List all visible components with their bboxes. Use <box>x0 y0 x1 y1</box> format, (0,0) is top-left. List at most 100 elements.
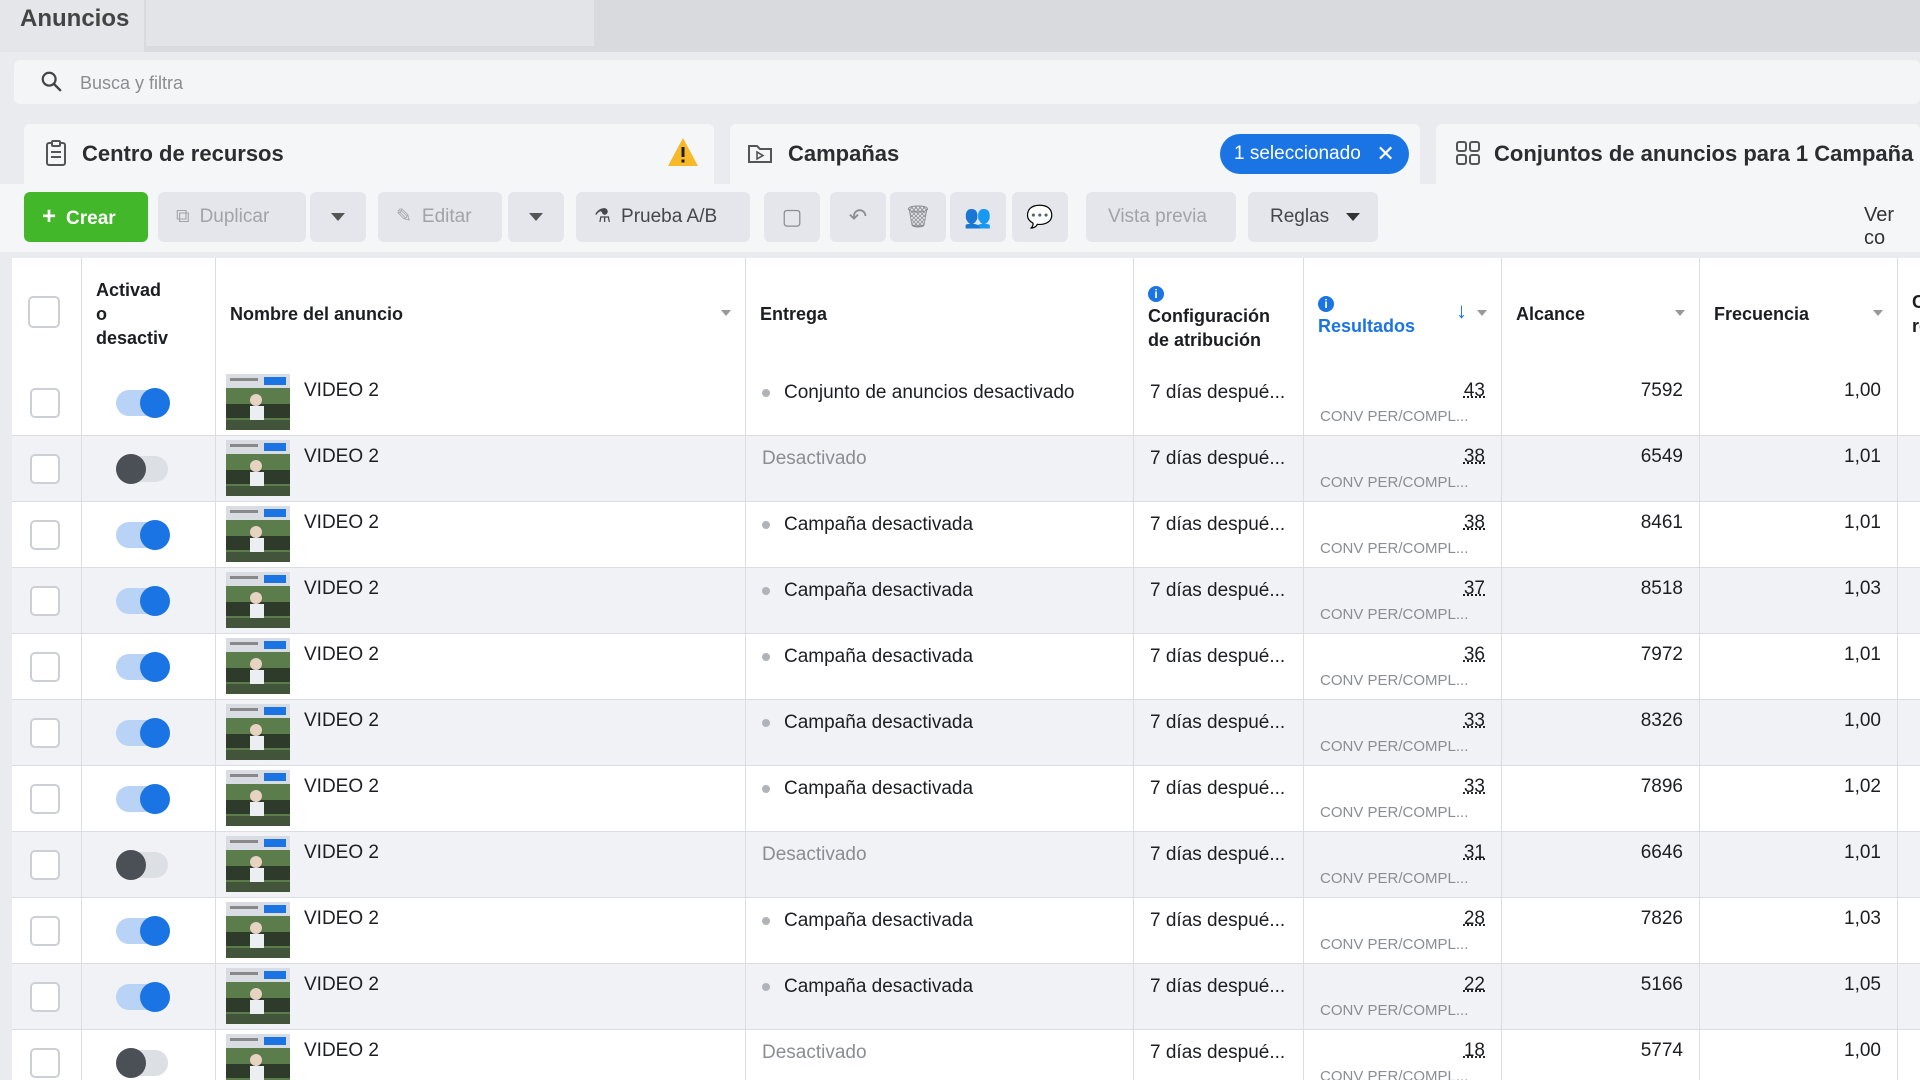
view-setup-link[interactable]: Ver co <box>1864 204 1920 250</box>
warning-icon[interactable] <box>666 136 700 168</box>
ad-thumbnail[interactable] <box>226 1034 290 1080</box>
table-row[interactable]: VIDEO 2 Campaña desactivada 7 días despu… <box>12 766 1920 832</box>
ad-toggle[interactable] <box>116 586 170 616</box>
header-attribution[interactable]: i Configuración de atribución <box>1134 258 1304 370</box>
ad-name[interactable]: VIDEO 2 <box>304 644 379 666</box>
ad-thumbnail[interactable] <box>226 902 290 958</box>
ad-thumbnail[interactable] <box>226 770 290 826</box>
ad-toggle[interactable] <box>116 784 170 814</box>
table-row[interactable]: VIDEO 2 Desactivado 7 días despué... 38 … <box>12 436 1920 502</box>
table-row[interactable]: VIDEO 2 Campaña desactivada 7 días despu… <box>12 964 1920 1030</box>
ad-name[interactable]: VIDEO 2 <box>304 710 379 732</box>
ad-name[interactable]: VIDEO 2 <box>304 446 379 468</box>
audience-button[interactable]: 👥 <box>950 192 1006 242</box>
results-value[interactable]: 22 <box>1464 974 1485 996</box>
header-toggle[interactable]: Activad o desactiv <box>82 258 216 370</box>
table-row[interactable]: VIDEO 2 Desactivado 7 días despué... 18 … <box>12 1030 1920 1080</box>
chevron-down-icon[interactable] <box>1873 310 1883 316</box>
row-checkbox[interactable] <box>30 520 60 550</box>
duplicate-button[interactable]: ⧉ Duplicar <box>158 192 306 242</box>
ad-toggle[interactable] <box>116 1048 168 1078</box>
duplicate-dropdown-button[interactable] <box>310 192 366 242</box>
ad-name[interactable]: VIDEO 2 <box>304 842 379 864</box>
info-icon[interactable]: i <box>1148 286 1164 302</box>
info-icon[interactable]: i <box>1318 296 1334 312</box>
ad-thumbnail[interactable] <box>226 968 290 1024</box>
results-value[interactable]: 38 <box>1464 512 1485 534</box>
results-value[interactable]: 28 <box>1464 908 1485 930</box>
delete-button[interactable]: 🗑 <box>890 192 946 242</box>
row-checkbox[interactable] <box>30 784 60 814</box>
results-value[interactable]: 33 <box>1464 710 1485 732</box>
edit-dropdown-button[interactable] <box>508 192 564 242</box>
table-row[interactable]: VIDEO 2 Campaña desactivada 7 días despu… <box>12 700 1920 766</box>
header-delivery[interactable]: Entrega <box>746 258 1134 370</box>
resource-center-panel[interactable]: Centro de recursos <box>24 124 714 184</box>
ad-toggle[interactable] <box>116 520 170 550</box>
ad-name[interactable]: VIDEO 2 <box>304 1040 379 1062</box>
table-row[interactable]: VIDEO 2 Campaña desactivada 7 días despu… <box>12 502 1920 568</box>
ad-toggle[interactable] <box>116 652 170 682</box>
ad-thumbnail[interactable] <box>226 704 290 760</box>
results-value[interactable]: 38 <box>1464 446 1485 468</box>
results-value[interactable]: 31 <box>1464 842 1485 864</box>
create-button[interactable]: + Crear <box>24 192 148 242</box>
results-value[interactable]: 36 <box>1464 644 1485 666</box>
search-input[interactable] <box>78 60 882 106</box>
search-bar[interactable] <box>14 60 1920 106</box>
row-checkbox[interactable] <box>30 718 60 748</box>
ad-name[interactable]: VIDEO 2 <box>304 512 379 534</box>
campaigns-panel[interactable]: Campañas 1 seleccionado ✕ <box>730 124 1420 184</box>
table-row[interactable]: VIDEO 2 Desactivado 7 días despué... 31 … <box>12 832 1920 898</box>
sort-arrow-icon[interactable]: ↓ <box>1456 298 1467 324</box>
results-value[interactable]: 33 <box>1464 776 1485 798</box>
header-frequency[interactable]: Frecuencia <box>1700 258 1898 370</box>
ad-thumbnail[interactable] <box>226 638 290 694</box>
table-row[interactable]: VIDEO 2 Conjunto de anuncios desactivado… <box>12 370 1920 436</box>
preview-button[interactable]: Vista previa <box>1086 192 1236 242</box>
ad-thumbnail[interactable] <box>226 440 290 496</box>
adsets-panel[interactable]: Conjuntos de anuncios para 1 Campaña <box>1436 124 1920 184</box>
ad-toggle[interactable] <box>116 850 168 880</box>
results-value[interactable]: 43 <box>1464 380 1485 402</box>
ad-name[interactable]: VIDEO 2 <box>304 908 379 930</box>
ad-thumbnail[interactable] <box>226 572 290 628</box>
ad-name[interactable]: VIDEO 2 <box>304 776 379 798</box>
table-row[interactable]: VIDEO 2 Campaña desactivada 7 días despu… <box>12 898 1920 964</box>
close-icon[interactable]: ✕ <box>1376 134 1394 174</box>
chevron-down-icon[interactable] <box>1675 310 1685 316</box>
row-checkbox[interactable] <box>30 652 60 682</box>
selected-badge[interactable]: 1 seleccionado ✕ <box>1220 134 1409 174</box>
ad-thumbnail[interactable] <box>226 836 290 892</box>
ad-name[interactable]: VIDEO 2 <box>304 974 379 996</box>
ad-toggle[interactable] <box>116 982 170 1012</box>
edit-button[interactable]: ✎ Editar <box>378 192 502 242</box>
row-checkbox[interactable] <box>30 388 60 418</box>
ad-toggle[interactable] <box>116 454 168 484</box>
row-checkbox[interactable] <box>30 1048 60 1078</box>
table-row[interactable]: VIDEO 2 Campaña desactivada 7 días despu… <box>12 568 1920 634</box>
ad-thumbnail[interactable] <box>226 506 290 562</box>
select-all-checkbox[interactable] <box>28 296 60 328</box>
ad-toggle[interactable] <box>116 916 170 946</box>
chevron-down-icon[interactable] <box>1477 310 1487 316</box>
row-checkbox[interactable] <box>30 454 60 484</box>
results-value[interactable]: 37 <box>1464 578 1485 600</box>
header-ad-name[interactable]: Nombre del anuncio <box>216 258 746 370</box>
tab-blank[interactable] <box>146 0 594 46</box>
ad-name[interactable]: VIDEO 2 <box>304 380 379 402</box>
archive-button[interactable]: ▢ <box>764 192 820 242</box>
tab-anuncios[interactable]: Anuncios <box>0 0 144 52</box>
comment-button[interactable]: 💬 <box>1012 192 1068 242</box>
header-results[interactable]: i Resultados ↓ <box>1304 258 1502 370</box>
row-checkbox[interactable] <box>30 586 60 616</box>
table-row[interactable]: VIDEO 2 Campaña desactivada 7 días despu… <box>12 634 1920 700</box>
row-checkbox[interactable] <box>30 916 60 946</box>
undo-button[interactable]: ↶ <box>830 192 886 242</box>
chevron-down-icon[interactable] <box>721 310 731 316</box>
ad-name[interactable]: VIDEO 2 <box>304 578 379 600</box>
row-checkbox[interactable] <box>30 850 60 880</box>
header-cost[interactable]: Co re <box>1898 258 1920 370</box>
ad-toggle[interactable] <box>116 388 170 418</box>
ad-thumbnail[interactable] <box>226 374 290 430</box>
